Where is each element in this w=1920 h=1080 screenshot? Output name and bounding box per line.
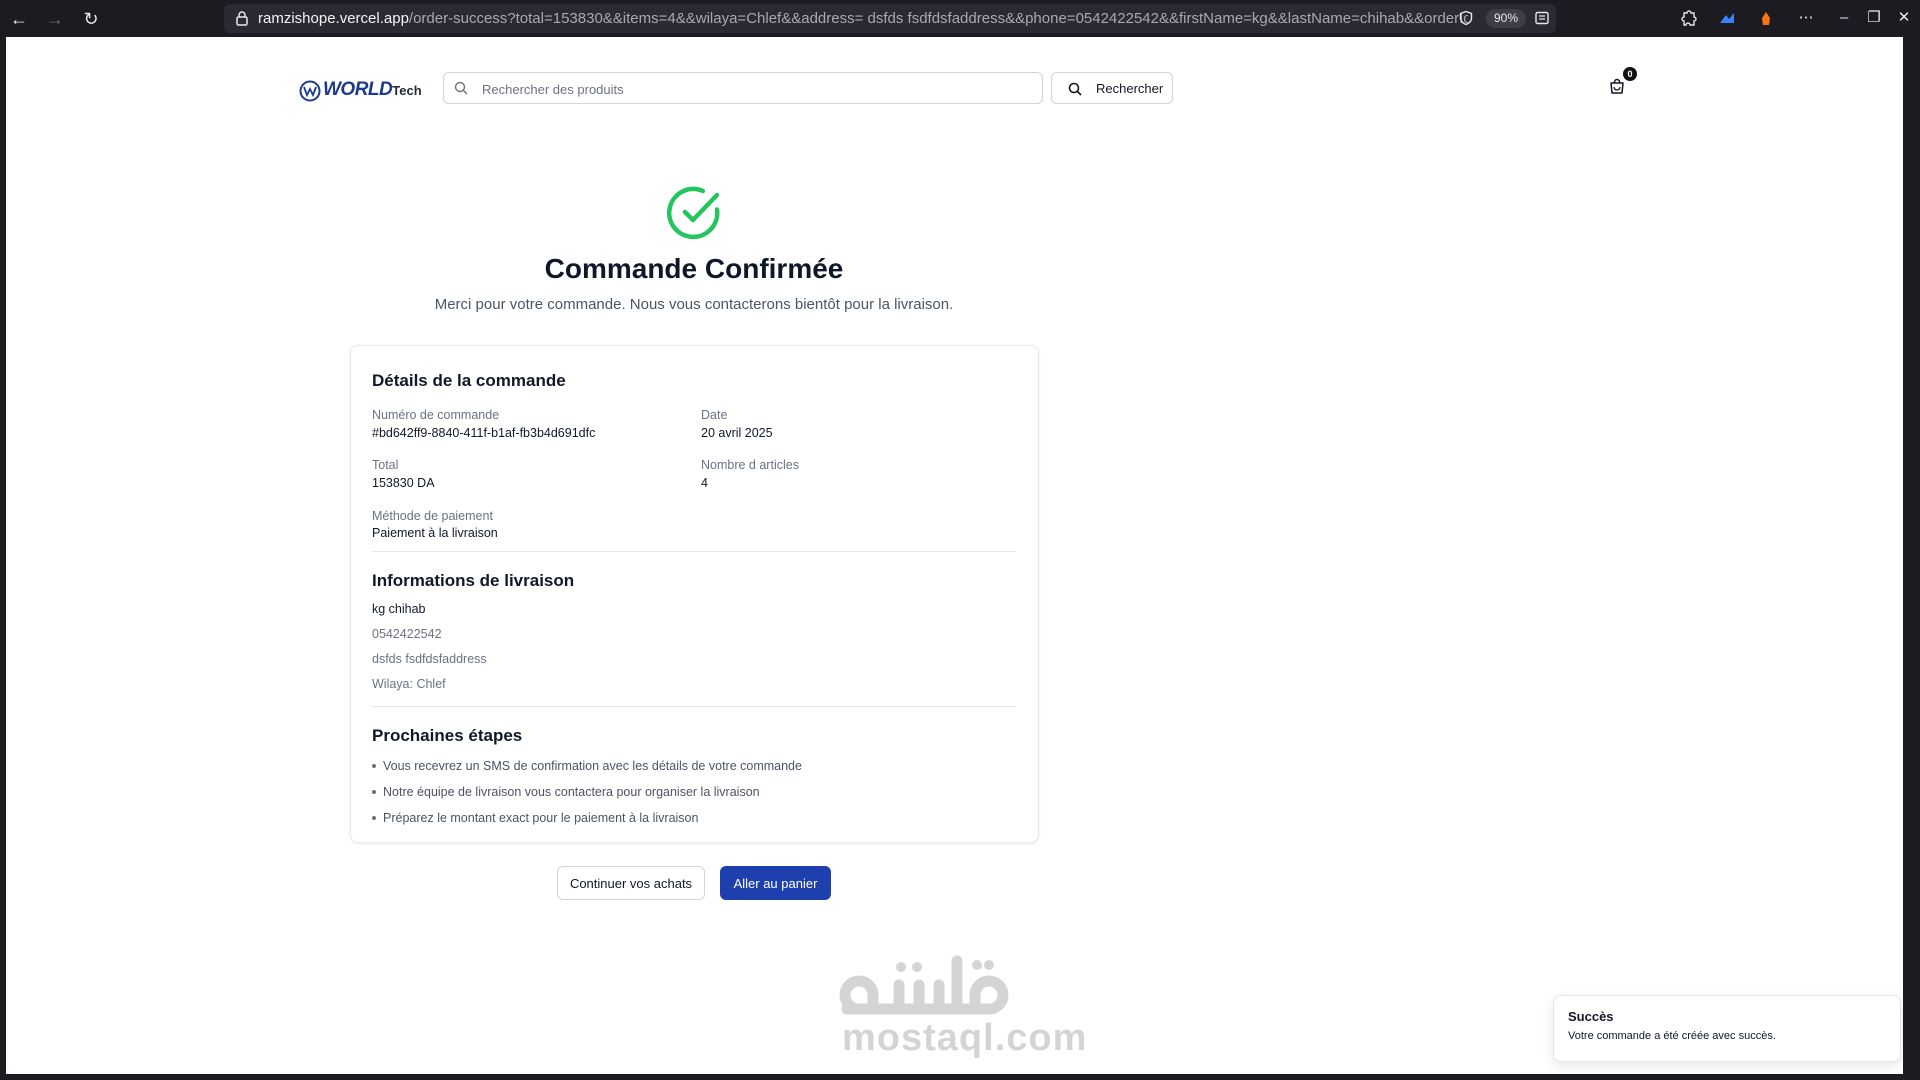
search-input[interactable] xyxy=(480,77,1024,101)
zoom-level-badge[interactable]: 90% xyxy=(1486,9,1526,28)
payment-method-label: Méthode de paiement xyxy=(372,509,493,523)
list-item: Vous recevrez un SMS de confirmation ave… xyxy=(372,759,802,773)
date-value: 20 avril 2025 xyxy=(701,426,773,440)
shield-icon[interactable] xyxy=(1458,10,1474,26)
extensions-icon[interactable] xyxy=(1678,9,1698,29)
next-steps-heading: Prochaines étapes xyxy=(372,726,523,745)
divider xyxy=(372,551,1016,552)
delivery-info-heading: Informations de livraison xyxy=(372,571,575,590)
customer-wilaya: Wilaya: Chlef xyxy=(372,677,446,691)
order-details-heading: Détails de la commande xyxy=(372,371,566,390)
bullet-icon xyxy=(372,789,376,794)
payment-method-value: Paiement à la livraison xyxy=(372,526,498,540)
bullet-icon xyxy=(372,763,376,768)
back-icon[interactable]: ← xyxy=(8,8,30,30)
total-label: Total xyxy=(372,458,399,472)
search-button-label: Rechercher xyxy=(1096,81,1164,96)
order-number-label: Numéro de commande xyxy=(372,408,500,422)
extension-orange-icon[interactable] xyxy=(1756,9,1776,29)
search-button[interactable]: Rechercher xyxy=(1051,72,1173,104)
toast-title: Succès xyxy=(1568,1009,1614,1024)
more-tools-icon[interactable]: ⋯ xyxy=(1796,8,1816,28)
customer-phone: 0542422542 xyxy=(372,627,442,641)
search-icon xyxy=(1068,82,1082,96)
list-item: Préparez le montant exact pour le paieme… xyxy=(372,811,698,825)
continue-shopping-button[interactable]: Continuer vos achats xyxy=(557,866,705,900)
watermark-logo xyxy=(839,955,1009,1015)
success-toast[interactable]: Succès Votre commande a été créée avec s… xyxy=(1553,995,1901,1062)
toast-message: Votre commande a été créée avec succès. xyxy=(1568,1030,1776,1042)
logo-text: WORLDTech xyxy=(323,79,422,100)
restore-icon[interactable]: ❐ xyxy=(1864,8,1884,28)
extension-blue-icon[interactable] xyxy=(1717,9,1737,29)
total-value: 153830 DA xyxy=(372,476,435,490)
close-window-icon[interactable]: ✕ xyxy=(1894,8,1914,28)
reload-icon[interactable]: ↻ xyxy=(80,8,102,30)
page-title: Commande Confirmée xyxy=(544,253,844,284)
items-count-value: 4 xyxy=(701,476,708,490)
search-field[interactable] xyxy=(443,72,1043,104)
reader-view-icon[interactable] xyxy=(1534,10,1550,26)
customer-address: dsfds fsdfdsfaddress xyxy=(372,652,487,666)
search-icon xyxy=(454,81,468,95)
url-text: ramzishope.vercel.app/order-success?tota… xyxy=(258,10,1468,27)
minimize-icon[interactable]: – xyxy=(1834,8,1854,28)
forward-icon[interactable]: → xyxy=(44,8,66,30)
customer-name: kg chihab xyxy=(372,602,426,616)
go-to-cart-button[interactable]: Aller au panier xyxy=(720,866,831,900)
lock-icon xyxy=(236,11,248,26)
divider xyxy=(372,706,1016,707)
date-label: Date xyxy=(701,408,728,422)
success-check-icon xyxy=(667,186,720,240)
browser-toolbar: ← → ↻ ramzishope.vercel.app/order-succes… xyxy=(0,0,1920,37)
order-number-value: #bd642ff9-8840-411f-b1af-fb3b4d691dfc xyxy=(372,426,596,440)
cart-icon[interactable] xyxy=(1607,77,1627,97)
logo-globe-icon xyxy=(299,80,321,102)
items-count-label: Nombre d articles xyxy=(701,458,799,472)
watermark-text: mostaql.com xyxy=(842,1017,1088,1059)
cart-count-badge: 0 xyxy=(1623,67,1637,81)
page-viewport: WORLDTech Rechercher 0 Commande Confirmé… xyxy=(6,37,1903,1074)
page-subtitle: Merci pour votre commande. Nous vous con… xyxy=(434,296,954,313)
url-bar[interactable]: ramzishope.vercel.app/order-success?tota… xyxy=(224,4,1556,33)
bullet-icon xyxy=(372,815,376,820)
order-card: Détails de la commande Numéro de command… xyxy=(350,345,1039,843)
list-item: Notre équipe de livraison vous contacter… xyxy=(372,785,760,799)
